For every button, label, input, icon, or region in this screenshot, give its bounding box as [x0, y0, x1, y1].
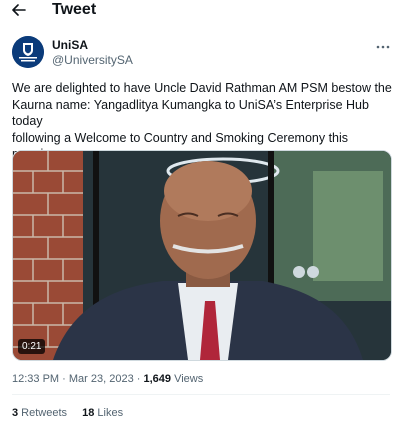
video-thumbnail: [13, 151, 391, 360]
arrow-left-icon: [12, 4, 26, 16]
views-label: Views: [171, 373, 204, 385]
tweet-date[interactable]: Mar 23, 2023: [69, 373, 134, 385]
video-duration: 0:21: [18, 339, 46, 354]
author-name[interactable]: UniSA: [52, 38, 88, 52]
unisa-logo-icon: [12, 36, 44, 68]
page-title: Tweet: [52, 1, 97, 18]
retweets-link[interactable]: 3 Retweets: [12, 407, 67, 419]
retweets-label: Retweets: [18, 407, 68, 419]
more-horizontal-icon: [376, 45, 390, 49]
likes-link[interactable]: 18 Likes: [82, 407, 123, 419]
tweet-time[interactable]: 12:33 PM: [12, 373, 59, 385]
meta-separator: ·: [59, 373, 69, 385]
more-options-button[interactable]: [376, 36, 390, 52]
likes-label: Likes: [94, 407, 124, 419]
divider: [12, 394, 390, 395]
avatar[interactable]: [12, 36, 44, 68]
video-player[interactable]: [12, 150, 392, 361]
engagement-stats: 3 Retweets 18 Likes: [12, 407, 135, 419]
likes-count: 18: [82, 407, 95, 419]
author-handle[interactable]: @UniversitySA: [52, 53, 133, 67]
back-button[interactable]: [8, 0, 30, 20]
tweet-meta: 12:33 PM · Mar 23, 2023 · 1,649 Views: [12, 373, 203, 385]
views-count: 1,649: [143, 373, 172, 385]
top-bar: Tweet: [0, 0, 400, 22]
